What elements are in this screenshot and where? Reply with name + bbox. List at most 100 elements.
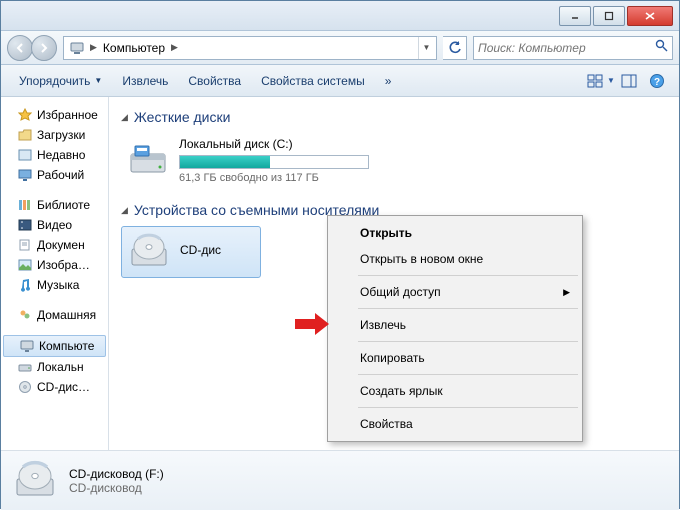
sidebar-item-label: Локальн	[37, 360, 84, 374]
menu-copy[interactable]: Копировать	[330, 345, 580, 371]
sidebar-item-pictures[interactable]: Изобра…	[1, 255, 108, 275]
nav-row: ▶ Компьютер ▶ ▼	[1, 31, 679, 65]
sidebar-homegroup[interactable]: Домашняя	[1, 305, 108, 325]
section-label: Жесткие диски	[134, 109, 231, 125]
menu-eject[interactable]: Извлечь	[330, 312, 580, 338]
view-button[interactable]: ▼	[587, 69, 615, 93]
sidebar-label: Избранное	[37, 108, 98, 122]
chevron-right-icon[interactable]: ▶	[88, 42, 99, 53]
folder-icon	[17, 127, 33, 143]
sidebar-item-label: Видео	[37, 218, 72, 232]
search-input[interactable]	[478, 41, 651, 55]
sidebar-label: Компьюте	[39, 339, 94, 353]
sidebar-item-label: Изобра…	[37, 258, 90, 272]
toolbar-more[interactable]: »	[375, 68, 402, 94]
drive-cd[interactable]: CD-дис	[121, 226, 261, 278]
nav-buttons	[7, 35, 57, 61]
help-button[interactable]: ?	[643, 69, 671, 93]
homegroup-icon	[17, 307, 33, 323]
titlebar	[1, 1, 679, 31]
address-dropdown[interactable]: ▼	[418, 37, 434, 59]
libraries-icon	[17, 197, 33, 213]
collapse-icon: ◢	[121, 112, 128, 123]
menu-properties[interactable]: Свойства	[330, 411, 580, 437]
minimize-button[interactable]	[559, 6, 591, 26]
menu-create-shortcut[interactable]: Создать ярлык	[330, 378, 580, 404]
music-icon	[17, 277, 33, 293]
drive-name: CD-дис	[180, 243, 254, 257]
section-hard-drives[interactable]: ◢ Жесткие диски	[121, 109, 667, 125]
search-box[interactable]	[473, 36, 673, 60]
chevron-down-icon: ▼	[607, 76, 615, 85]
sidebar-item-recent[interactable]: Недавно	[1, 145, 108, 165]
menu-open-new-window[interactable]: Открыть в новом окне	[330, 246, 580, 272]
details-pane: CD-дисковод (F:) CD-дисковод	[1, 450, 679, 510]
drive-icon	[17, 359, 33, 375]
capacity-fill	[180, 156, 270, 168]
sidebar-item-desktop[interactable]: Рабочий	[1, 165, 108, 185]
computer-icon	[19, 338, 35, 354]
callout-arrow-icon	[295, 313, 329, 340]
maximize-button[interactable]	[593, 6, 625, 26]
sidebar-item-videos[interactable]: Видео	[1, 215, 108, 235]
organize-label: Упорядочить	[19, 74, 90, 88]
capacity-bar	[179, 155, 369, 169]
system-properties-button[interactable]: Свойства системы	[251, 68, 375, 94]
star-icon	[17, 107, 33, 123]
sidebar-item-music[interactable]: Музыка	[1, 275, 108, 295]
eject-button[interactable]: Извлечь	[112, 68, 178, 94]
sidebar-item-label: Недавно	[37, 148, 85, 162]
close-button[interactable]	[627, 6, 673, 26]
organize-menu[interactable]: Упорядочить ▼	[9, 68, 112, 94]
submenu-arrow-icon: ▶	[563, 287, 570, 298]
details-name: CD-дисковод (F:)	[69, 467, 164, 481]
sidebar-item-label: Рабочий	[37, 168, 84, 182]
video-icon	[17, 217, 33, 233]
cd-drive-icon	[128, 231, 170, 273]
sidebar-item-cd-drive[interactable]: CD-дис…	[1, 377, 108, 397]
sidebar-item-label: Докумен	[37, 238, 85, 252]
computer-icon	[68, 39, 86, 57]
cd-icon	[17, 379, 33, 395]
search-icon	[655, 39, 668, 57]
sidebar-libraries[interactable]: Библиоте	[1, 195, 108, 215]
details-type: CD-дисковод	[69, 481, 164, 495]
sidebar-item-label: Музыка	[37, 278, 79, 292]
recent-icon	[17, 147, 33, 163]
drive-local-c[interactable]: Локальный диск (C:) 61,3 ГБ свободно из …	[121, 133, 441, 188]
back-button[interactable]	[7, 35, 33, 61]
documents-icon	[17, 237, 33, 253]
sidebar-label: Библиоте	[37, 198, 90, 212]
address-bar[interactable]: ▶ Компьютер ▶ ▼	[63, 36, 437, 60]
chevron-right-icon[interactable]: ▶	[169, 42, 180, 53]
drive-name: Локальный диск (C:)	[179, 137, 435, 151]
chevron-down-icon: ▼	[94, 76, 102, 85]
sidebar-item-label: Загрузки	[37, 128, 85, 142]
menu-share[interactable]: Общий доступ ▶	[330, 279, 580, 305]
sidebar-item-local-disk[interactable]: Локальн	[1, 357, 108, 377]
sidebar-favorites[interactable]: Избранное	[1, 105, 108, 125]
forward-button[interactable]	[31, 35, 57, 61]
pictures-icon	[17, 257, 33, 273]
sidebar-label: Домашняя	[37, 308, 96, 322]
menu-label: Общий доступ	[360, 285, 441, 299]
breadcrumb-computer[interactable]: Компьютер	[99, 41, 169, 55]
desktop-icon	[17, 167, 33, 183]
svg-text:?: ?	[654, 77, 660, 88]
refresh-button[interactable]	[443, 36, 467, 60]
menu-open[interactable]: Открыть	[330, 220, 580, 246]
preview-pane-button[interactable]	[615, 69, 643, 93]
context-menu: Открыть Открыть в новом окне Общий досту…	[327, 215, 583, 442]
sidebar-computer[interactable]: Компьюте	[3, 335, 106, 357]
hard-drive-icon	[127, 140, 169, 182]
sidebar-item-downloads[interactable]: Загрузки	[1, 125, 108, 145]
sidebar-item-documents[interactable]: Докумен	[1, 235, 108, 255]
cd-drive-icon	[13, 459, 57, 503]
collapse-icon: ◢	[121, 205, 128, 216]
content-pane: ◢ Жесткие диски Локальный диск (C:) 61,3…	[109, 97, 679, 450]
sidebar-item-label: CD-дис…	[37, 380, 90, 394]
toolbar: Упорядочить ▼ Извлечь Свойства Свойства …	[1, 65, 679, 97]
properties-button[interactable]: Свойства	[178, 68, 251, 94]
drive-free-text: 61,3 ГБ свободно из 117 ГБ	[179, 172, 435, 184]
sidebar: Избранное Загрузки Недавно Рабочий Библи…	[1, 97, 109, 450]
